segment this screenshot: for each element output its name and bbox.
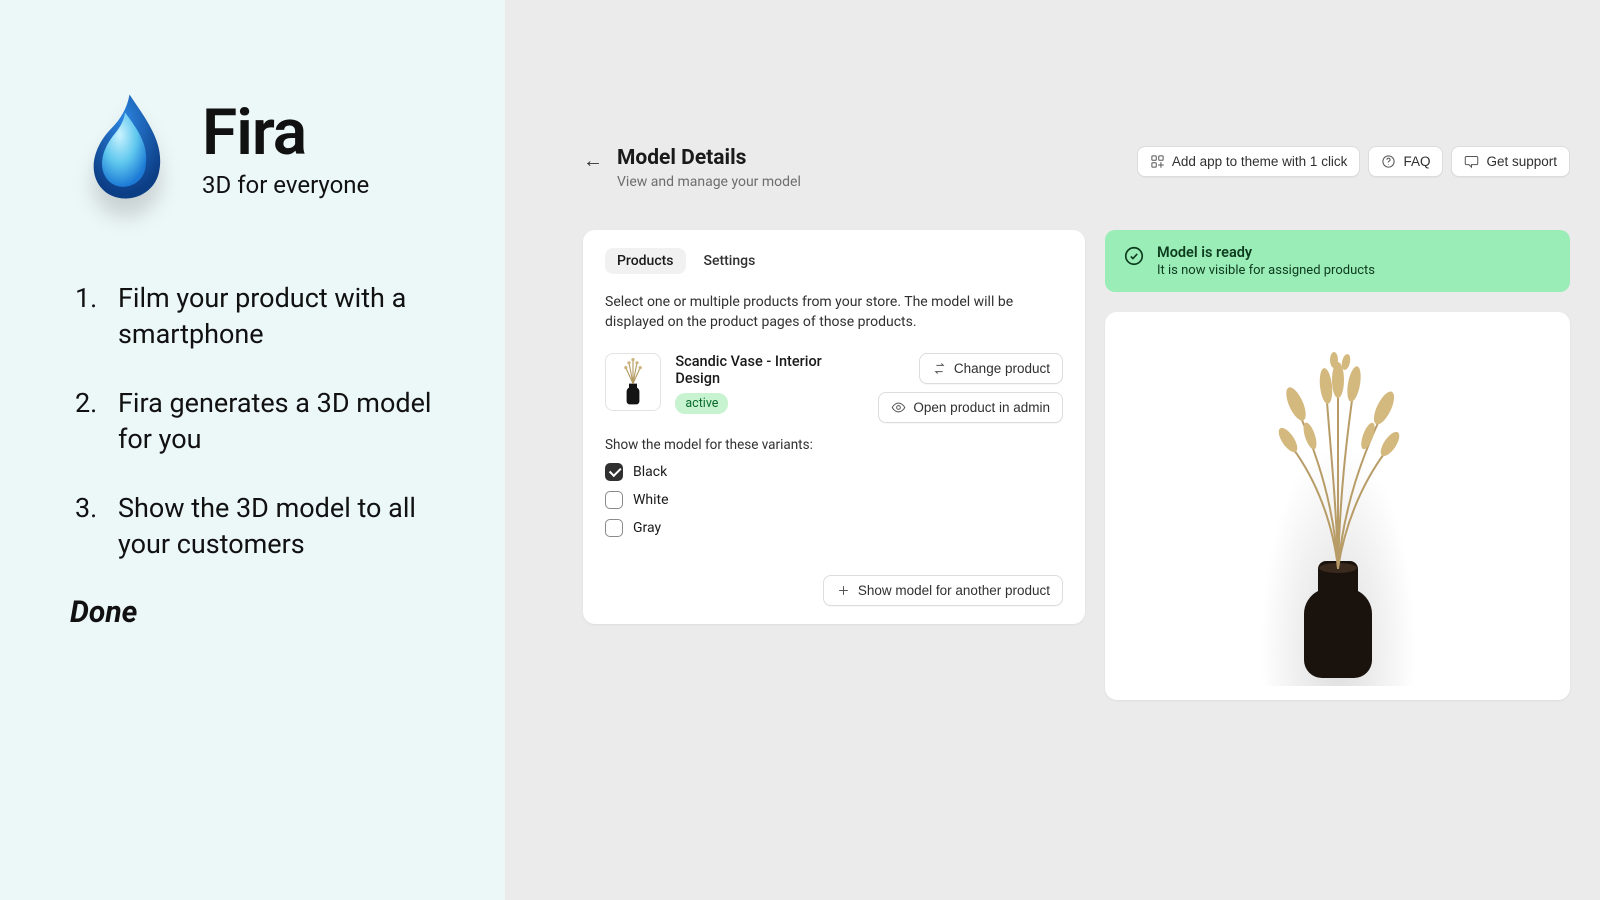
checkbox-checked-icon [605,463,623,481]
show-another-label: Show model for another product [858,583,1050,598]
checkbox-icon [605,519,623,537]
variant-white[interactable]: White [605,491,1063,509]
step-1: Film your product with a smartphone [104,280,445,353]
back-arrow-icon[interactable]: ← [583,148,603,173]
product-thumbnail [605,353,661,411]
chat-icon [1464,154,1479,169]
tab-settings[interactable]: Settings [692,248,768,274]
tab-products[interactable]: Products [605,248,686,274]
brand-tagline: 3D for everyone [202,171,369,199]
faq-button[interactable]: FAQ [1368,146,1443,177]
vase-preview-icon [1238,346,1438,686]
status-subtitle: It is now visible for assigned products [1157,263,1375,278]
brand-name: Fira [202,101,369,165]
variant-label: Gray [633,520,661,536]
model-preview-card [1105,312,1570,700]
tabs: Products Settings [605,248,1063,274]
product-meta: Scandic Vase - Interior Design active [675,353,864,414]
grid-plus-icon [1150,154,1165,169]
variant-label: White [633,492,669,508]
add-theme-label: Add app to theme with 1 click [1172,154,1348,169]
variants-label: Show the model for these variants: [605,437,1063,453]
steps-list: Film your product with a smartphone Fira… [70,280,445,563]
page-title: Model Details [617,146,801,170]
vase-thumb-icon [613,358,653,406]
brand-header: Fira 3D for everyone [80,90,445,210]
checkbox-icon [605,491,623,509]
products-card: Products Settings Select one or multiple… [583,230,1085,624]
page-subtitle: View and manage your model [617,174,801,190]
check-circle-icon [1123,245,1145,267]
header-actions: Add app to theme with 1 click FAQ Get su… [1137,146,1570,177]
show-another-button[interactable]: Show model for another product [823,575,1063,606]
app-panel: ← Model Details View and manage your mod… [505,0,1600,900]
variant-black[interactable]: Black [605,463,1063,481]
fira-logo-icon [80,90,170,210]
brand-text: Fira 3D for everyone [202,101,369,199]
add-theme-button[interactable]: Add app to theme with 1 click [1137,146,1361,177]
step-3: Show the 3D model to all your customers [104,490,445,563]
help-circle-icon [1381,154,1396,169]
variant-label: Black [633,464,667,480]
product-name: Scandic Vase - Interior Design [675,353,864,387]
plus-icon [836,583,851,598]
eye-icon [891,400,906,415]
change-product-label: Change product [954,361,1050,376]
support-label: Get support [1486,154,1557,169]
step-2: Fira generates a 3D model for you [104,385,445,458]
model-preview[interactable] [1216,326,1460,686]
status-badge: active [675,393,728,414]
variant-list: Black White Gray [605,463,1063,537]
brand-panel: Fira 3D for everyone Film your product w… [0,0,505,900]
open-admin-button[interactable]: Open product in admin [878,392,1063,423]
page-header: ← Model Details View and manage your mod… [583,146,1570,190]
open-admin-label: Open product in admin [913,400,1050,415]
swap-icon [932,361,947,376]
change-product-button[interactable]: Change product [919,353,1063,384]
support-button[interactable]: Get support [1451,146,1570,177]
status-title: Model is ready [1157,244,1375,261]
help-text: Select one or multiple products from you… [605,292,1063,333]
variant-gray[interactable]: Gray [605,519,1063,537]
faq-label: FAQ [1403,154,1430,169]
steps-done: Done [70,595,445,630]
status-banner: Model is ready It is now visible for ass… [1105,230,1570,292]
product-row: Scandic Vase - Interior Design active Ch… [605,353,1063,423]
